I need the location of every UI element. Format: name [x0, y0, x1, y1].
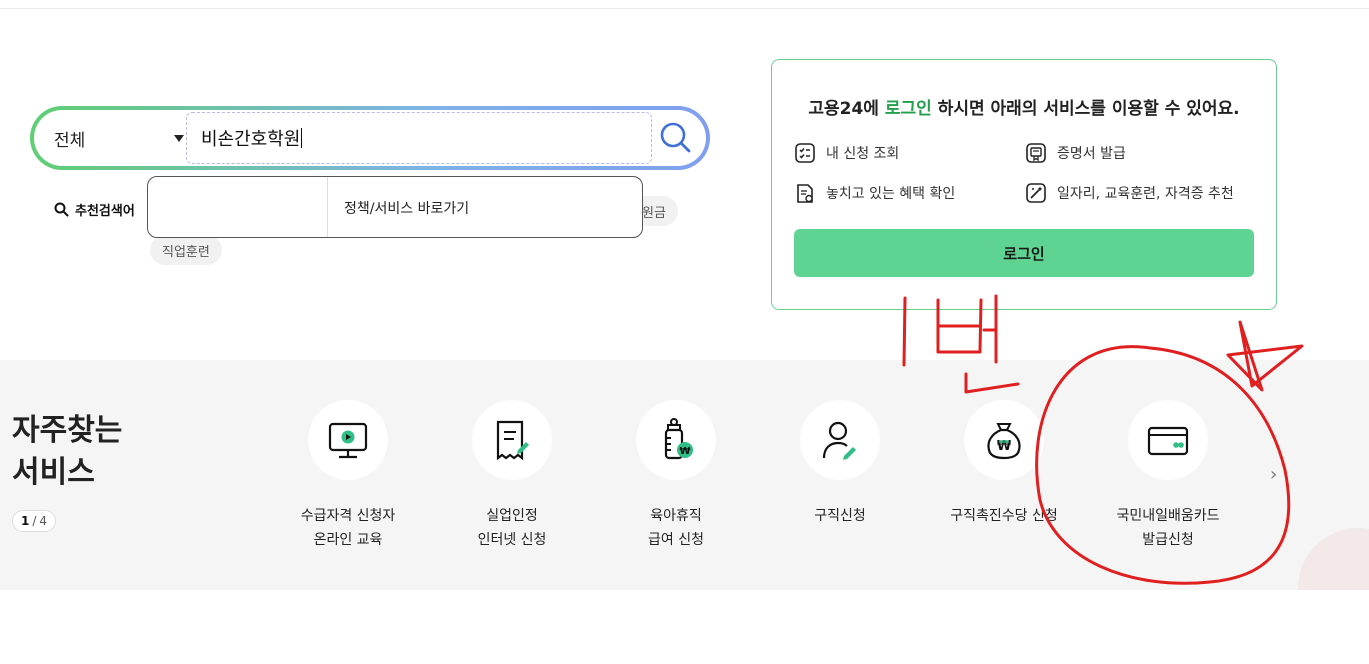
- label-line: 구직신청: [814, 508, 866, 524]
- login-title: 고용24에 로그인 하시면 아래의 서비스를 이용할 수 있어요.: [772, 94, 1276, 119]
- service-benefit-check[interactable]: 놓치고 있는 혜택 확인: [794, 182, 955, 204]
- recommend-label-text: 추천검색어: [75, 204, 135, 219]
- category-label: 전체: [54, 130, 86, 151]
- search-input[interactable]: 비손간호학원: [186, 112, 652, 164]
- service-certificate[interactable]: 증명서 발급: [1025, 142, 1126, 164]
- recommend-label: 추천검색어: [54, 200, 135, 219]
- chevron-right-icon[interactable]: ›: [1270, 464, 1277, 485]
- search-inner: 전체 비손간호학원: [34, 110, 706, 166]
- title-line: 자주찾는: [12, 413, 123, 448]
- category-select[interactable]: 전체: [54, 110, 184, 166]
- service-item-label: 구직신청: [760, 504, 920, 528]
- service-item-label: 수급자격 신청자 온라인 교육: [268, 504, 428, 552]
- magic-wand-icon: [1026, 183, 1046, 203]
- service-item-circle: ₩: [964, 400, 1044, 480]
- money-bag-icon: ₩: [987, 423, 1021, 460]
- service-item[interactable]: 국민내일배움카드 발급신청: [1088, 400, 1248, 552]
- search-icon[interactable]: [656, 118, 696, 158]
- service-item[interactable]: 수급자격 신청자 온라인 교육: [268, 400, 428, 552]
- text-cursor: [301, 128, 303, 148]
- magnifier-icon: [54, 202, 69, 217]
- checklist-icon: [795, 143, 815, 163]
- label-line: 온라인 교육: [313, 532, 383, 548]
- person-pen-icon: [822, 421, 856, 460]
- page-total: 4: [39, 514, 48, 528]
- service-item-circle: [472, 400, 552, 480]
- dropdown-left-pane: [148, 177, 328, 237]
- monitor-play-icon: [328, 422, 368, 459]
- page-separator: /: [32, 514, 37, 528]
- label-line: 실업인정: [486, 508, 538, 524]
- service-item-circle: [800, 400, 880, 480]
- label-line: 인터넷 신청: [477, 532, 547, 548]
- service-label: 놓치고 있는 혜택 확인: [826, 186, 956, 202]
- service-item[interactable]: 실업인정 인터넷 신청: [432, 400, 592, 552]
- service-item-circle: [308, 400, 388, 480]
- benefit-doc-icon: [797, 184, 813, 203]
- page-indicator: 1 / 4: [12, 510, 57, 532]
- service-label: 내 신청 조회: [826, 146, 900, 162]
- svg-text:₩: ₩: [679, 446, 690, 457]
- label-line: 육아휴직: [650, 508, 702, 524]
- service-item[interactable]: ₩ 구직촉진수당 신청: [924, 400, 1084, 528]
- service-my-application[interactable]: 내 신청 조회: [794, 142, 899, 164]
- certificate-icon: [1026, 143, 1046, 163]
- login-title-highlight: 로그인: [884, 99, 932, 119]
- page-current: 1: [21, 514, 30, 528]
- label-line: 수급자격 신청자: [300, 508, 396, 524]
- card-icon: [1147, 426, 1189, 456]
- recommend-chip[interactable]: 직업훈련: [150, 235, 222, 265]
- search-dropdown: 정책/서비스 바로가기: [147, 176, 643, 238]
- page: 전체 비손간호학원 추천검색어 원금 직업훈련 정책/서비스 바로가기 고용24…: [0, 0, 1369, 664]
- decorative-circle: [1298, 528, 1369, 590]
- login-card: 고용24에 로그인 하시면 아래의 서비스를 이용할 수 있어요. 내 신청 조…: [771, 59, 1277, 310]
- service-label: 증명서 발급: [1057, 146, 1126, 162]
- search-box: 전체 비손간호학원: [30, 106, 710, 170]
- service-recommendation[interactable]: 일자리, 교육훈련, 자격증 추천: [1025, 182, 1234, 204]
- service-label: 일자리, 교육훈련, 자격증 추천: [1057, 186, 1234, 202]
- label-line: 국민내일배움카드: [1116, 508, 1220, 524]
- service-item-label: 육아휴직 급여 신청: [596, 504, 756, 552]
- login-title-prefix: 고용24에: [808, 99, 885, 119]
- service-item-circle: ₩: [636, 400, 716, 480]
- label-line: 급여 신청: [648, 532, 704, 548]
- label-line: 구직촉진수당 신청: [950, 508, 1058, 524]
- top-divider: [0, 8, 1369, 9]
- service-item[interactable]: ₩ 육아휴직 급여 신청: [596, 400, 756, 552]
- baby-bottle-icon: ₩: [664, 418, 693, 460]
- label-line: 발급신청: [1142, 532, 1194, 548]
- search-query-text: 비손간호학원: [201, 129, 301, 150]
- service-item-label: 실업인정 인터넷 신청: [432, 504, 592, 552]
- frequent-services-title: 자주찾는 서비스: [12, 410, 122, 494]
- service-item-label: 구직촉진수당 신청: [924, 504, 1084, 528]
- policy-service-link[interactable]: 정책/서비스 바로가기: [328, 177, 642, 237]
- title-line: 서비스: [12, 455, 95, 490]
- caret-down-icon: [174, 134, 184, 142]
- recommend-chip-label: 원금: [642, 205, 666, 221]
- login-title-suffix: 하시면 아래의 서비스를 이용할 수 있어요.: [931, 99, 1240, 119]
- login-button[interactable]: 로그인: [794, 229, 1254, 277]
- service-item-label: 국민내일배움카드 발급신청: [1088, 504, 1248, 552]
- recommend-chip-label: 직업훈련: [162, 244, 210, 260]
- frequent-services: 자주찾는 서비스 1 / 4 수급자격 신청자 온라인 교육 실업인정 인터넷 …: [0, 360, 1369, 590]
- document-pen-icon: [496, 420, 529, 461]
- service-item[interactable]: 구직신청: [760, 400, 920, 528]
- service-item-circle: [1128, 400, 1208, 480]
